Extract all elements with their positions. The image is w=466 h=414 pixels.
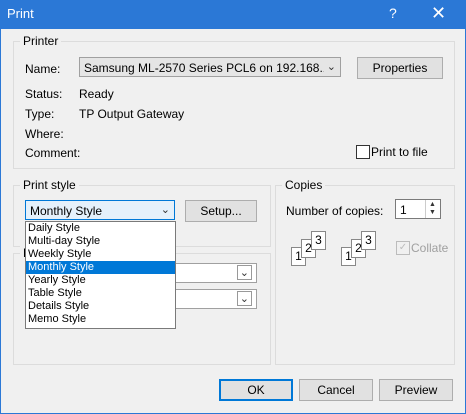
copies-group-label: Copies xyxy=(282,178,326,192)
page-3-icon: 3 xyxy=(311,231,326,250)
type-label: Type: xyxy=(25,107,55,121)
cancel-button[interactable]: Cancel xyxy=(299,379,373,401)
printer-name-select[interactable]: Samsung ML-2570 Series PCL6 on 192.168.1… xyxy=(79,57,341,77)
print-to-file-label[interactable]: Print to file xyxy=(371,145,428,159)
page-3-icon: 3 xyxy=(361,231,376,250)
start-select[interactable]: ⌄ xyxy=(175,263,257,283)
print-style-option[interactable]: Table Style xyxy=(26,287,175,300)
print-style-dropdown-list[interactable]: Daily Style Multi-day Style Weekly Style… xyxy=(25,221,176,329)
preview-button[interactable]: Preview xyxy=(379,379,453,401)
status-label: Status: xyxy=(25,87,63,101)
print-dialog: Print ? ✕ Printer Name: Samsung ML-2570 … xyxy=(0,0,466,414)
printer-group-label: Printer xyxy=(20,34,62,48)
setup-button[interactable]: Setup... xyxy=(185,200,257,222)
chevron-down-icon: ⌄ xyxy=(236,291,252,306)
copies-stepper[interactable]: 1 ▲ ▼ xyxy=(395,199,441,219)
print-style-option-selected[interactable]: Monthly Style xyxy=(26,261,175,274)
dialog-title: Print xyxy=(7,6,34,21)
chevron-down-icon: ⌄ xyxy=(236,265,252,280)
print-style-option[interactable]: Memo Style xyxy=(26,313,175,326)
print-style-option[interactable]: Weekly Style xyxy=(26,248,175,261)
print-style-select[interactable]: Monthly Style ⌄ xyxy=(25,200,175,220)
print-style-option[interactable]: Yearly Style xyxy=(26,274,175,287)
spin-up-icon[interactable]: ▲ xyxy=(429,201,436,208)
printer-name-value: Samsung ML-2570 Series PCL6 on 192.168.1… xyxy=(84,61,324,75)
ok-button[interactable]: OK xyxy=(219,379,293,401)
comment-label: Comment: xyxy=(25,146,81,160)
spin-down-icon[interactable]: ▼ xyxy=(429,209,436,216)
print-style-option[interactable]: Details Style xyxy=(26,300,175,313)
chevron-down-icon: ⌄ xyxy=(160,204,170,216)
close-icon[interactable]: ✕ xyxy=(431,3,446,24)
print-style-option[interactable]: Multi-day Style xyxy=(26,235,175,248)
number-of-copies-label: Number of copies: xyxy=(286,204,384,218)
print-style-value: Monthly Style xyxy=(30,204,103,218)
print-style-group-label: Print style xyxy=(20,178,79,192)
collate-label[interactable]: Collate xyxy=(411,241,448,255)
copies-spin[interactable]: ▲ ▼ xyxy=(425,200,440,218)
where-label: Where: xyxy=(25,127,64,141)
print-to-file-checkbox[interactable] xyxy=(356,145,370,159)
chevron-down-icon: ⌄ xyxy=(326,61,336,73)
help-icon[interactable]: ? xyxy=(389,5,397,21)
end-select[interactable]: ⌄ xyxy=(175,289,257,309)
print-style-option[interactable]: Daily Style xyxy=(26,222,175,235)
collate-checkbox[interactable]: ✓ xyxy=(396,241,410,255)
status-value: Ready xyxy=(79,87,114,101)
title-bar: Print ? ✕ xyxy=(1,1,465,29)
copies-value: 1 xyxy=(400,203,407,217)
type-value: TP Output Gateway xyxy=(79,107,185,121)
name-label: Name: xyxy=(25,62,61,76)
properties-button[interactable]: Properties xyxy=(357,57,443,79)
